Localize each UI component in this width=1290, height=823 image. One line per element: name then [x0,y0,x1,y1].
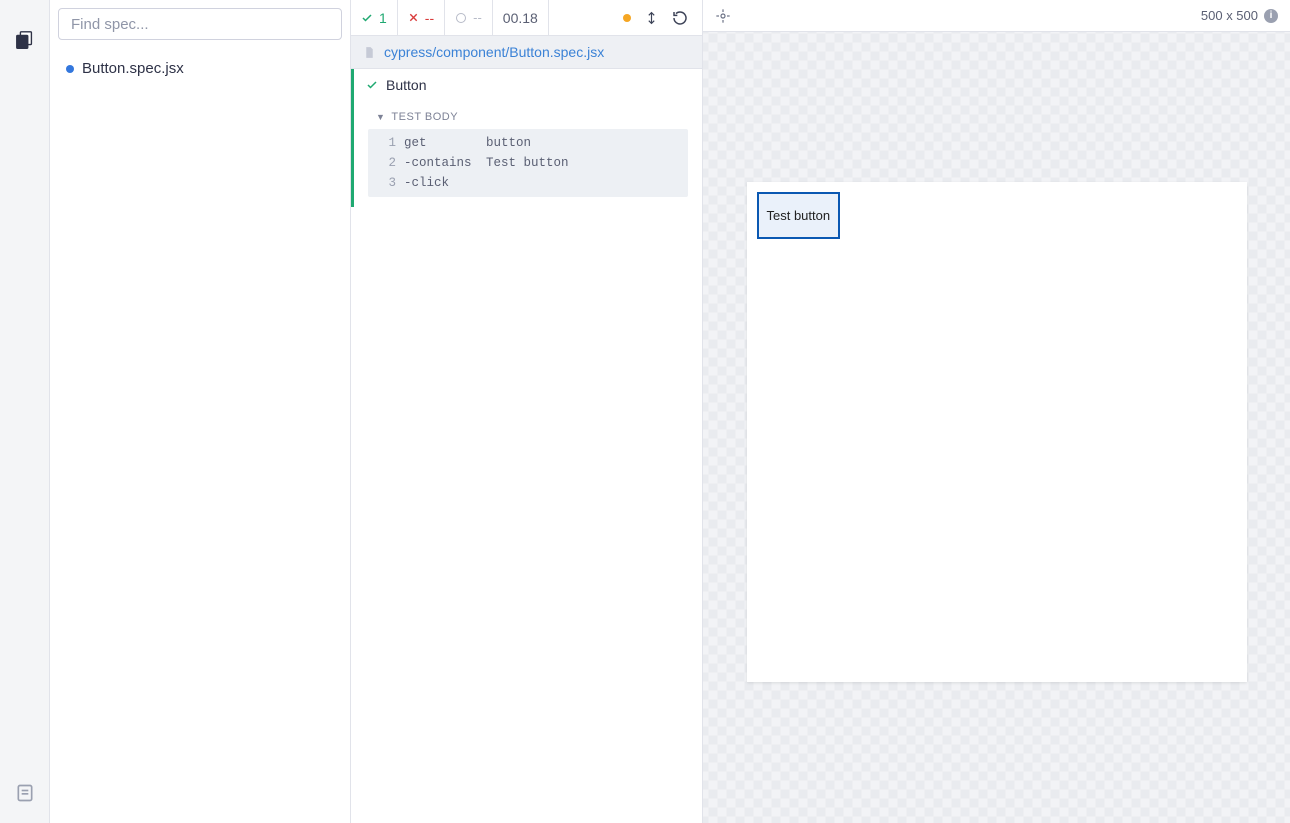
check-icon [366,79,378,91]
test-button[interactable]: Test button [757,192,841,239]
spec-list-panel: Button.spec.jsx [50,0,351,823]
command-log: 1 get button 2 -contains Test button 3 -… [368,129,688,197]
time-stat: 00.18 [493,0,549,35]
test-row[interactable]: Button [351,69,702,101]
x-icon [408,12,419,23]
spec-list: Button.spec.jsx [50,48,350,89]
info-icon[interactable]: i [1264,9,1278,23]
reporter-header: 1 -- -- 00.18 [351,0,702,36]
selector-playground-icon[interactable] [715,8,731,24]
command-row[interactable]: 2 -contains Test button [368,153,688,173]
command-name: -contains [404,156,486,170]
test-body-label: TEST BODY [391,111,458,123]
app-root: Button.spec.jsx 1 -- -- [0,0,1290,823]
skip-stat: -- [445,0,493,35]
aut-canvas-wrap: Test button [703,32,1290,823]
spec-name: Button.spec.jsx [82,60,184,77]
command-message: Test button [486,156,569,170]
aut-header: 500 x 500 i [703,0,1290,32]
spec-item[interactable]: Button.spec.jsx [58,54,342,83]
warning-dot-icon [623,14,631,22]
command-number: 3 [374,176,396,190]
command-name: -click [404,176,486,190]
search-input[interactable] [58,8,342,40]
auto-scroll-icon[interactable] [645,10,658,26]
aut-panel: 500 x 500 i Test button [703,0,1290,823]
viewport-size-label: 500 x 500 [1201,8,1258,23]
command-row[interactable]: 3 -click [368,173,688,193]
command-name: get [404,136,486,150]
command-number: 1 [374,136,396,150]
status-dot-icon [66,65,74,73]
time-value: 00.18 [503,10,538,26]
fail-count: -- [425,10,434,26]
command-row[interactable]: 1 get button [368,133,688,153]
command-message: button [486,136,531,150]
aut-canvas: Test button [747,182,1247,682]
reporter-panel: 1 -- -- 00.18 [351,0,703,823]
file-icon [363,45,376,60]
reporter-controls [613,0,702,35]
caret-down-icon: ▼ [376,112,385,122]
command-block: ▼ TEST BODY 1 get button 2 -contains Tes… [351,101,702,207]
command-number: 2 [374,156,396,170]
docs-icon[interactable] [13,781,37,805]
pass-count: 1 [379,10,387,26]
pending-icon [455,12,467,24]
skip-count: -- [473,10,482,25]
check-icon [361,12,373,24]
test-title: Button [386,77,426,93]
spec-file-row[interactable]: cypress/component/Button.spec.jsx [351,36,702,69]
fail-stat: -- [398,0,445,35]
test-body-toggle[interactable]: ▼ TEST BODY [368,105,688,129]
nav-rail [0,0,50,823]
spec-file-path[interactable]: cypress/component/Button.spec.jsx [384,44,604,60]
specs-icon[interactable] [13,28,37,52]
pass-stat: 1 [351,0,398,35]
rerun-icon[interactable] [672,10,688,26]
